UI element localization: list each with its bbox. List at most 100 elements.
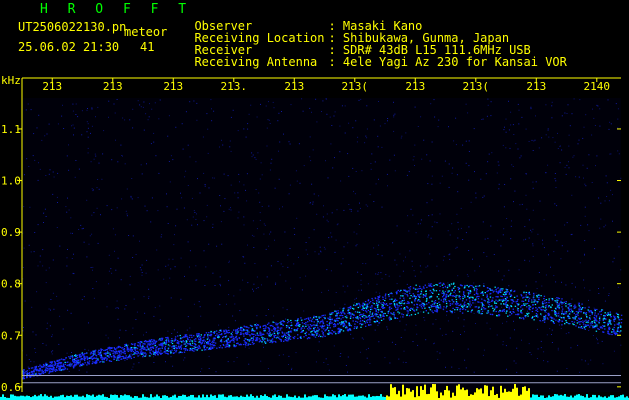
echo-pixel xyxy=(319,325,321,327)
echo-pixel xyxy=(236,332,239,334)
echo-pixel xyxy=(467,295,469,298)
echo-pixel xyxy=(117,346,119,349)
echo-pixel xyxy=(429,285,431,287)
noise-pixel xyxy=(400,137,402,139)
noise-pixel xyxy=(125,210,127,212)
noise-pixel xyxy=(278,354,280,356)
baseline-bar xyxy=(136,396,138,400)
noise-pixel xyxy=(321,111,322,112)
noise-pixel xyxy=(548,254,549,256)
baseline-bar xyxy=(556,394,558,400)
noise-pixel xyxy=(551,117,553,119)
noise-pixel xyxy=(549,328,551,330)
noise-pixel xyxy=(73,273,75,275)
noise-pixel xyxy=(320,251,322,253)
echo-pixel xyxy=(499,291,501,293)
noise-pixel xyxy=(446,314,447,316)
echo-pixel xyxy=(314,336,317,338)
echo-pixel xyxy=(604,318,606,320)
noise-pixel xyxy=(23,247,25,249)
noise-pixel xyxy=(354,298,356,300)
noise-pixel xyxy=(353,231,355,233)
echo-pixel xyxy=(352,320,354,322)
echo-pixel xyxy=(438,301,440,303)
noise-pixel xyxy=(192,216,194,218)
echo-pixel xyxy=(426,286,428,288)
echo-pixel xyxy=(262,328,265,330)
noise-pixel xyxy=(42,343,44,344)
noise-pixel xyxy=(340,180,342,182)
echo-pixel xyxy=(223,341,226,343)
echo-pixel xyxy=(594,314,596,316)
echo-pixel xyxy=(142,343,144,345)
echo-pixel xyxy=(317,330,319,332)
echo-pixel xyxy=(452,301,455,303)
noise-pixel xyxy=(282,354,284,356)
echo-pixel xyxy=(118,345,120,347)
echo-pixel xyxy=(171,349,173,351)
echo-pixel xyxy=(617,317,620,319)
baseline-bar xyxy=(98,394,100,400)
noise-pixel xyxy=(406,283,408,285)
echo-pixel xyxy=(169,345,171,347)
echo-pixel xyxy=(197,346,199,348)
noise-pixel xyxy=(248,363,250,365)
echo-pixel xyxy=(543,300,546,302)
baseline-bar xyxy=(16,396,18,400)
echo-pixel xyxy=(393,301,395,303)
echo-pixel xyxy=(565,311,568,313)
echo-pixel xyxy=(147,340,149,343)
noise-pixel xyxy=(545,172,547,174)
noise-pixel xyxy=(139,104,141,106)
echo-pixel xyxy=(143,348,145,350)
echo-pixel xyxy=(533,319,535,321)
echo-pixel xyxy=(585,321,587,323)
echo-pixel xyxy=(328,331,330,334)
echo-pixel xyxy=(145,353,147,355)
echo-pixel xyxy=(296,324,298,326)
echo-pixel xyxy=(455,301,458,303)
echo-pixel xyxy=(48,365,50,368)
noise-pixel xyxy=(113,103,115,105)
noise-pixel xyxy=(108,116,109,118)
echo-pixel xyxy=(108,356,110,358)
baseline-bar xyxy=(380,394,382,400)
noise-pixel xyxy=(237,197,239,199)
echo-pixel xyxy=(273,331,275,333)
echo-pixel xyxy=(278,332,280,334)
noise-pixel xyxy=(53,176,55,178)
noise-pixel xyxy=(355,120,357,122)
echo-pixel xyxy=(345,327,347,329)
baseline-bar xyxy=(316,395,318,400)
echo-pixel xyxy=(259,333,261,335)
echo-pixel xyxy=(598,319,601,321)
noise-pixel xyxy=(189,266,190,268)
noise-pixel xyxy=(131,368,133,370)
echo-pixel xyxy=(181,341,183,343)
echo-pixel xyxy=(429,297,431,299)
noise-pixel xyxy=(334,157,335,159)
echo-pixel xyxy=(49,365,51,367)
echo-pixel xyxy=(294,320,296,322)
echo-pixel xyxy=(76,354,78,356)
noise-pixel xyxy=(307,253,309,255)
echo-pixel xyxy=(94,353,96,355)
noise-pixel xyxy=(482,354,484,356)
echo-pixel xyxy=(374,313,376,315)
echo-pixel xyxy=(167,339,170,341)
baseline-bar xyxy=(552,396,554,400)
echo-pixel xyxy=(475,293,478,295)
echo-pixel xyxy=(328,325,331,327)
echo-pixel xyxy=(384,297,387,299)
baseline-bar xyxy=(362,395,364,400)
echo-pixel xyxy=(358,302,360,304)
echo-pixel xyxy=(186,335,188,338)
echo-pixel xyxy=(422,294,425,296)
baseline-bar xyxy=(184,394,186,400)
echo-pixel xyxy=(582,307,584,309)
echo-pixel xyxy=(62,359,65,361)
echo-pixel xyxy=(613,320,615,322)
echo-pixel xyxy=(385,303,388,305)
echo-pixel xyxy=(230,333,232,335)
echo-pixel xyxy=(288,321,290,323)
